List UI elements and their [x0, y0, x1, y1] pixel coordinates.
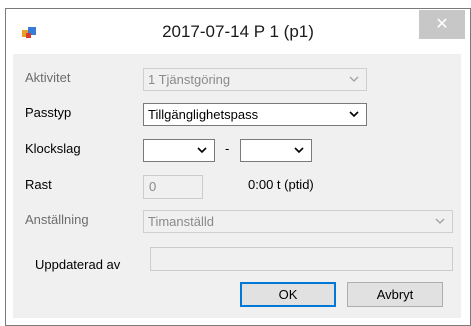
ok-button[interactable]: OK	[240, 282, 336, 307]
background-top-strip	[0, 0, 471, 8]
form-panel: Aktivitet 1 Tjänstgöring Passtyp Tillgän…	[13, 54, 461, 318]
window-title: 2017-07-14 P 1 (p1)	[162, 22, 314, 41]
title-bar[interactable]: 2017-07-14 P 1 (p1) ✕	[6, 9, 470, 54]
chevron-down-icon	[349, 76, 359, 82]
klockslag-label: Klockslag	[25, 141, 81, 156]
aktivitet-label: Aktivitet	[25, 70, 71, 85]
aktivitet-select[interactable]: 1 Tjänstgöring	[143, 68, 367, 91]
passtyp-value: Tillgänglighetspass	[148, 107, 259, 122]
anstallning-select[interactable]: Timanställd	[143, 210, 453, 233]
chevron-down-icon	[197, 147, 207, 154]
aktivitet-value: 1 Tjänstgöring	[148, 72, 231, 87]
klockslag-to-select[interactable]	[240, 139, 312, 162]
chevron-down-icon	[294, 147, 304, 154]
chevron-down-icon	[435, 218, 445, 224]
passtyp-label: Passtyp	[25, 105, 72, 120]
klockslag-separator: -	[225, 141, 230, 156]
klockslag-from-select[interactable]	[143, 139, 215, 162]
cancel-button[interactable]: Avbryt	[347, 282, 443, 307]
close-button[interactable]: ✕	[419, 10, 465, 39]
dialog-window: 2017-07-14 P 1 (p1) ✕ Aktivitet 1 Tjänst…	[5, 8, 471, 326]
rast-input[interactable]: 0	[143, 175, 203, 199]
close-icon: ✕	[435, 16, 449, 33]
chevron-down-icon	[349, 111, 359, 118]
anstallning-label: Anställning	[25, 212, 89, 227]
passtyp-select[interactable]: Tillgänglighetspass	[143, 103, 367, 126]
anstallning-value: Timanställd	[148, 214, 214, 229]
uppdaterad-av-label: Uppdaterad av	[35, 257, 121, 272]
rast-ptid-text: 0:00 t (ptid)	[248, 177, 314, 192]
uppdaterad-av-input[interactable]	[150, 247, 453, 271]
rast-label: Rast	[25, 177, 52, 192]
